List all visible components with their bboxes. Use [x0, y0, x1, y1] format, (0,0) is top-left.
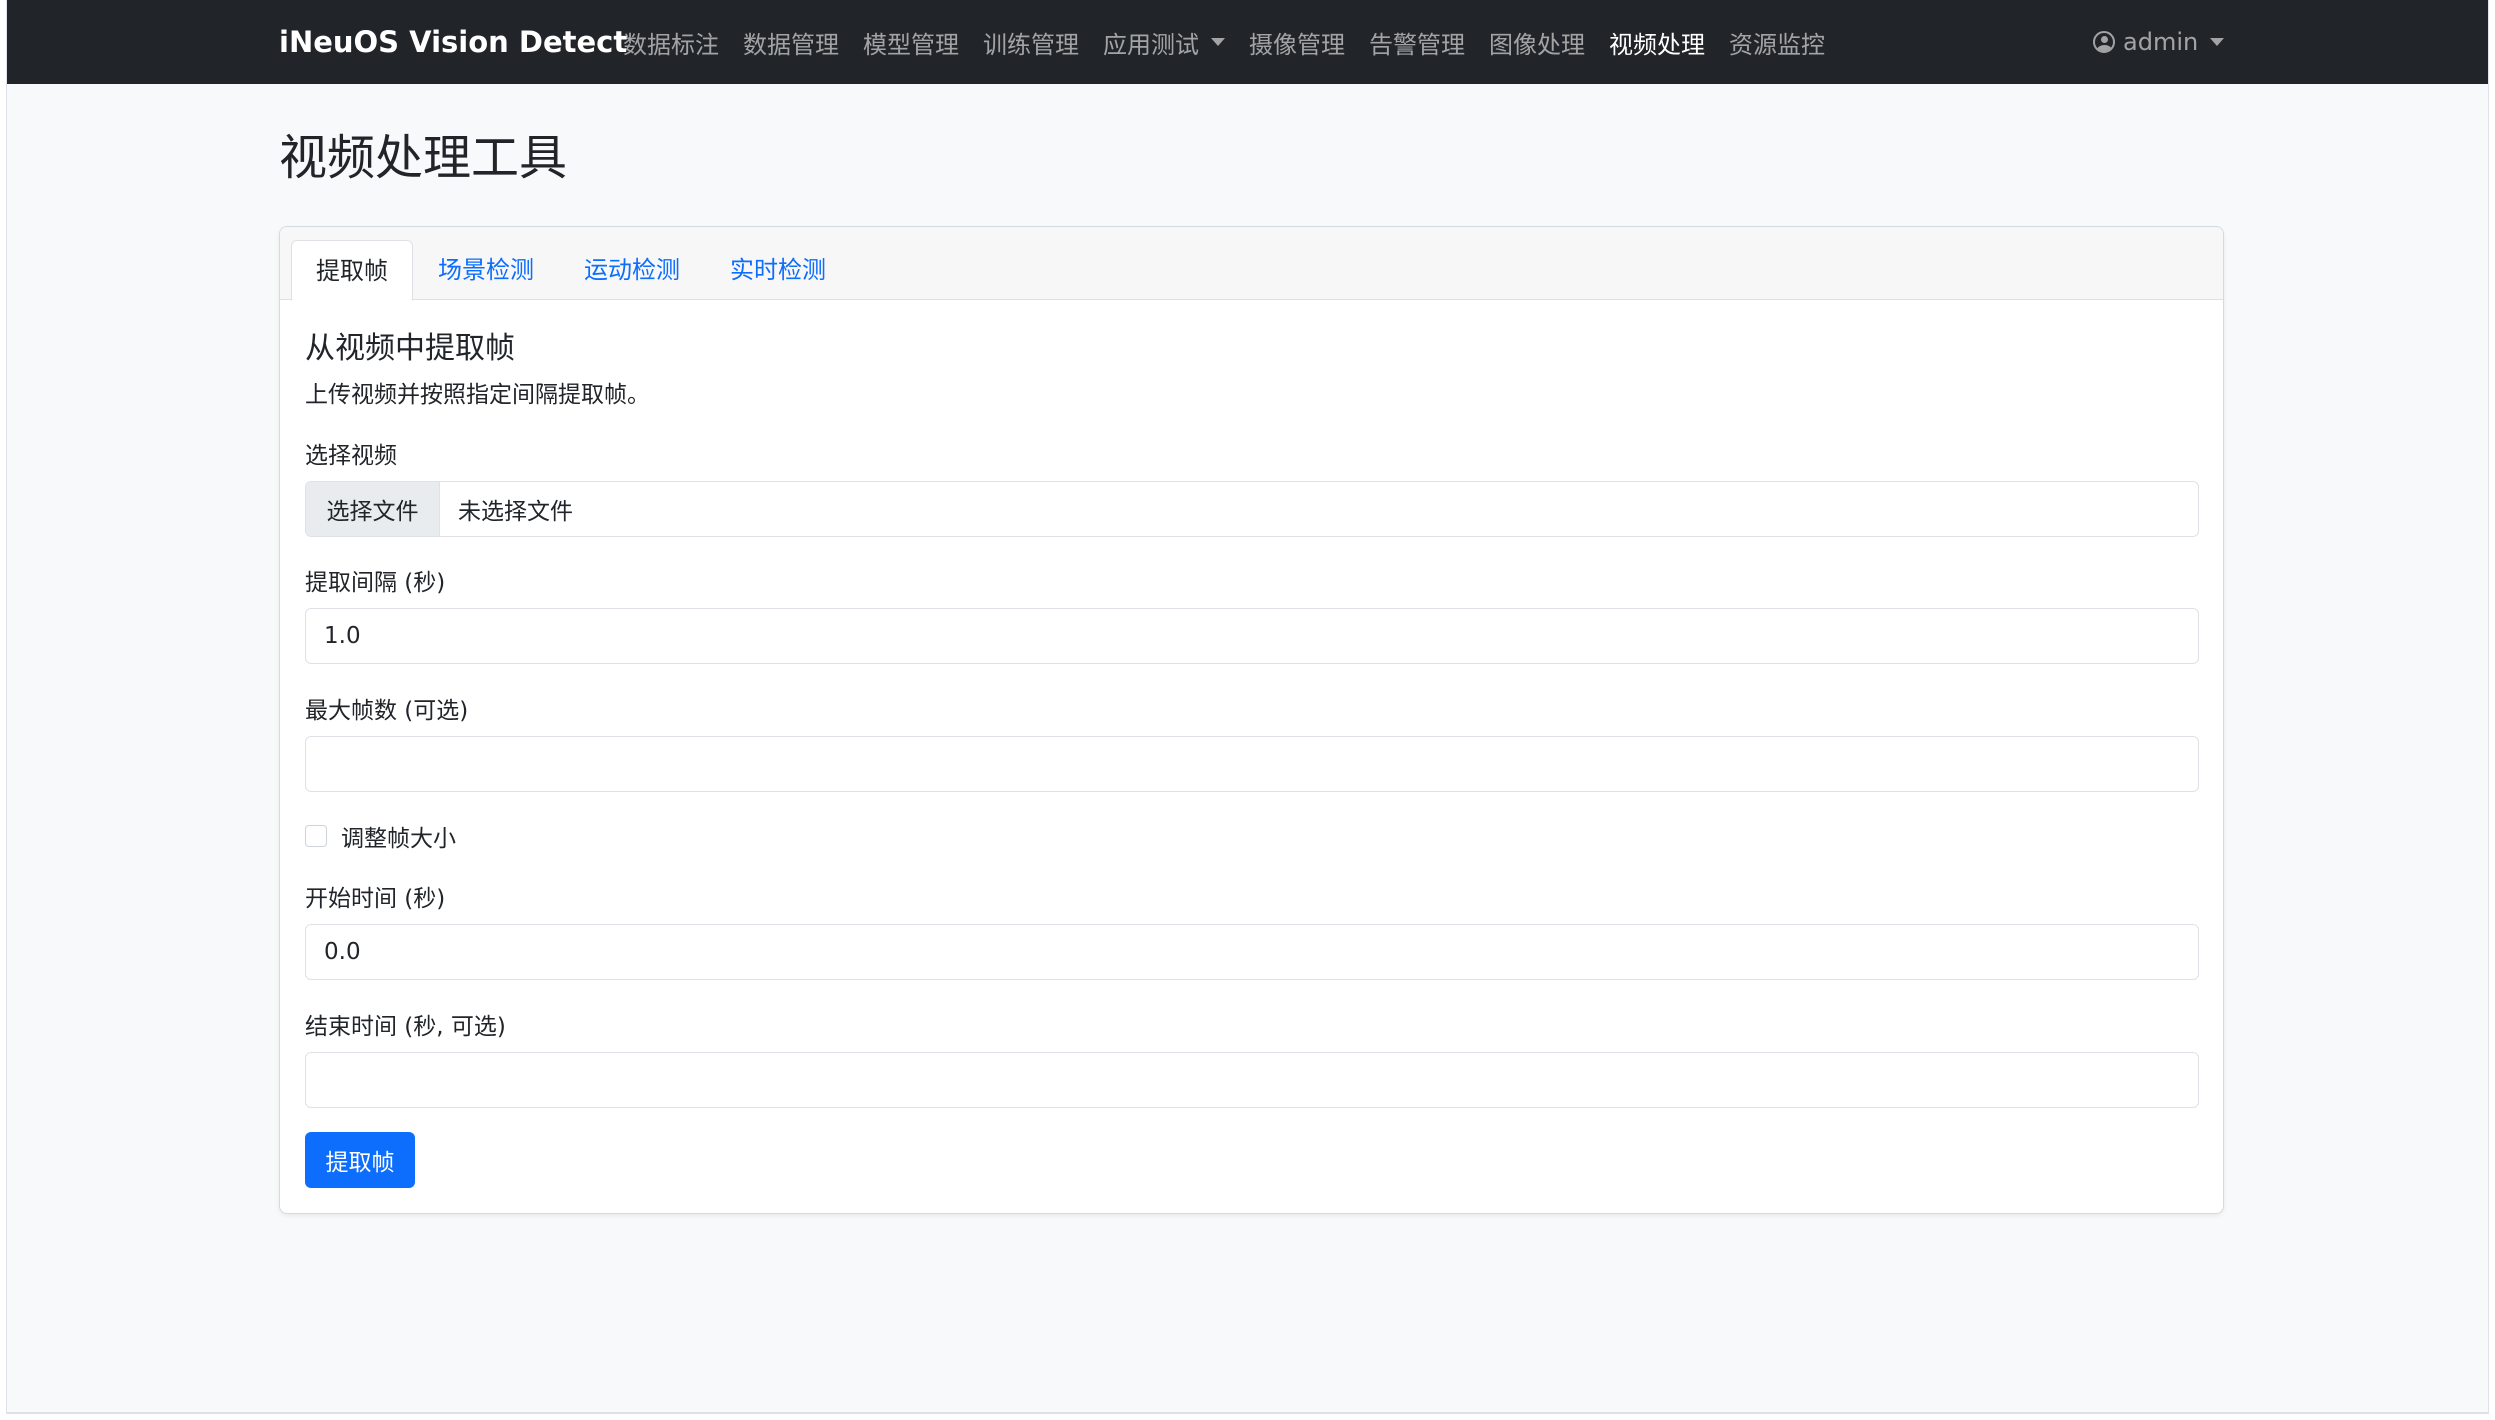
nav-item-label: 摄像管理 [1249, 30, 1345, 59]
nav-item-label: 告警管理 [1369, 30, 1465, 59]
tab-motion-detection[interactable]: 运动检测 [571, 240, 693, 301]
nav-item-video-processing[interactable]: 视频处理 [1597, 25, 1717, 60]
end-time-label: 结束时间 (秒, 可选) [305, 1014, 506, 1040]
choose-file-button[interactable]: 选择文件 [306, 482, 440, 536]
nav-item-label: 数据标注 [623, 30, 719, 59]
nav-item-image-processing[interactable]: 图像处理 [1477, 25, 1597, 60]
nav-item-data-management[interactable]: 数据管理 [731, 25, 851, 60]
nav-item-label: 图像处理 [1489, 30, 1585, 59]
user-name: admin [2123, 28, 2199, 56]
interval-input[interactable] [305, 608, 2199, 664]
user-menu-dropdown[interactable]: admin [2093, 0, 2225, 84]
tab-extract-frames[interactable]: 提取帧 [291, 240, 413, 301]
max-frames-label: 最大帧数 (可选) [305, 698, 469, 724]
caret-down-icon [1211, 38, 1225, 46]
nav-item-label: 应用测试 [1103, 30, 1199, 59]
nav-item-label: 视频处理 [1609, 30, 1705, 59]
start-time-input[interactable] [305, 924, 2199, 980]
start-time-label: 开始时间 (秒) [305, 886, 446, 912]
nav-item-label: 资源监控 [1729, 30, 1825, 59]
section-description: 上传视频并按照指定间隔提取帧。 [305, 382, 650, 408]
file-status-text: 未选择文件 [458, 499, 573, 525]
resize-checkbox-row[interactable]: 调整帧大小 [305, 819, 456, 853]
card-tabs-header: 提取帧 场景检测 运动检测 实时检测 [280, 227, 2223, 301]
tab-scene-detection[interactable]: 场景检测 [425, 240, 547, 301]
nav-item-data-annotation[interactable]: 数据标注 [611, 25, 731, 60]
app-frame: iNeuOS Vision Detect 数据标注 数据管理 模型管理 训练管理… [6, 0, 2489, 1414]
nav-item-alarm-management[interactable]: 告警管理 [1357, 25, 1477, 60]
nav-item-label: 模型管理 [863, 30, 959, 59]
main-nav: 数据标注 数据管理 模型管理 训练管理 应用测试 摄像管理 告警管理 图像处理 … [611, 0, 1837, 84]
nav-item-label: 数据管理 [743, 30, 839, 59]
video-file-input[interactable]: 选择文件 未选择文件 [305, 481, 2199, 537]
max-frames-input[interactable] [305, 736, 2199, 792]
top-navbar: iNeuOS Vision Detect 数据标注 数据管理 模型管理 训练管理… [7, 0, 2488, 84]
extract-frames-button[interactable]: 提取帧 [305, 1132, 415, 1188]
nav-item-model-management[interactable]: 模型管理 [851, 25, 971, 60]
resize-checkbox-label[interactable]: 调整帧大小 [341, 819, 456, 853]
nav-item-resource-monitor[interactable]: 资源监控 [1717, 25, 1837, 60]
brand-logo[interactable]: iNeuOS Vision Detect [279, 0, 627, 84]
user-circle-icon [2093, 31, 2115, 53]
caret-down-icon [2210, 38, 2225, 46]
tab-realtime-detection[interactable]: 实时检测 [717, 240, 839, 301]
section-title: 从视频中提取帧 [305, 331, 515, 366]
video-tools-card: 提取帧 场景检测 运动检测 实时检测 从视频中提取帧 上传视频并按照指定间隔提取… [279, 226, 2224, 1214]
resize-checkbox[interactable] [305, 825, 327, 847]
end-time-input[interactable] [305, 1052, 2199, 1108]
interval-label: 提取间隔 (秒) [305, 570, 446, 596]
page-title: 视频处理工具 [279, 130, 568, 186]
video-file-label: 选择视频 [305, 443, 397, 469]
nav-item-app-test-dropdown[interactable]: 应用测试 [1091, 25, 1237, 60]
nav-item-camera-management[interactable]: 摄像管理 [1237, 25, 1357, 60]
nav-item-training-management[interactable]: 训练管理 [971, 25, 1091, 60]
nav-item-label: 训练管理 [983, 30, 1079, 59]
